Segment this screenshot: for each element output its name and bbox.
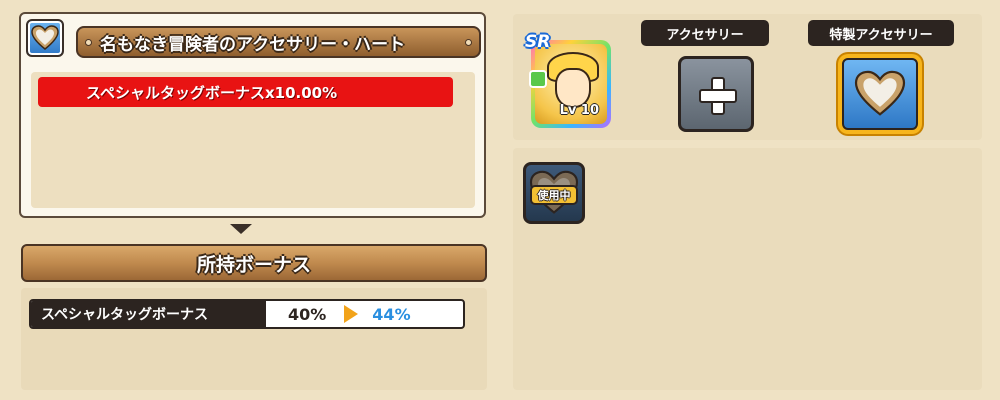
- inventory-item[interactable]: 使用中: [523, 162, 585, 224]
- special-accessory-slot[interactable]: [838, 54, 922, 134]
- accessory-bonus-bar: スペシャルタッグボーナスx10.00%: [38, 77, 453, 107]
- special-accessory-slot-label: 特製アクセサリー: [808, 20, 954, 46]
- bonus-old-value: 40%: [288, 304, 327, 324]
- heart-accessory-icon: [854, 70, 906, 116]
- character-face: [555, 68, 591, 108]
- owned-bonus-title: 所持ボーナス: [196, 253, 311, 276]
- equip-panel: Lv 10 SR アクセサリー 特製アクセサリー: [513, 14, 982, 140]
- bonus-new-value: 44%: [372, 304, 411, 324]
- owned-bonus-header: 所持ボーナス: [21, 244, 487, 282]
- down-arrow-icon: [230, 224, 252, 234]
- character-level: Lv 10: [559, 103, 599, 118]
- banner-rivet-right: [465, 39, 472, 46]
- in-use-badge: 使用中: [530, 185, 578, 205]
- special-accessory-slot-inner: [842, 58, 918, 130]
- accessory-slot-label: アクセサリー: [641, 20, 769, 46]
- accessory-bonus-text: スペシャルタッグボーナスx10.00%: [86, 83, 338, 102]
- accessory-effect-panel: スペシャルタッグボーナスx10.00%: [31, 72, 475, 208]
- plus-icon: [699, 77, 737, 115]
- bonus-row-label: スペシャルタッグボーナス: [31, 301, 266, 327]
- accessory-title: 名もなき冒険者のアクセサリー・ハート: [100, 34, 406, 55]
- accessory-slot-button[interactable]: [678, 56, 754, 132]
- heart-accessory-icon: [26, 19, 64, 57]
- bonus-row-values: 40% 44%: [266, 301, 463, 327]
- right-arrow-icon: [344, 305, 359, 323]
- bonus-row: スペシャルタッグボーナス 40% 44%: [29, 299, 465, 329]
- character-portrait[interactable]: Lv 10 SR: [525, 32, 613, 130]
- rarity-badge: SR: [525, 32, 551, 52]
- accessory-title-banner: 名もなき冒険者のアクセサリー・ハート: [76, 26, 481, 58]
- owned-bonus-panel: スペシャルタッグボーナス 40% 44%: [21, 288, 487, 390]
- type-badge-icon: [529, 70, 547, 88]
- banner-rivet-left: [85, 39, 92, 46]
- accessory-detail-card: 名もなき冒険者のアクセサリー・ハート スペシャルタッグボーナスx10.00%: [19, 12, 486, 218]
- accessory-inventory-panel: 使用中: [513, 148, 982, 390]
